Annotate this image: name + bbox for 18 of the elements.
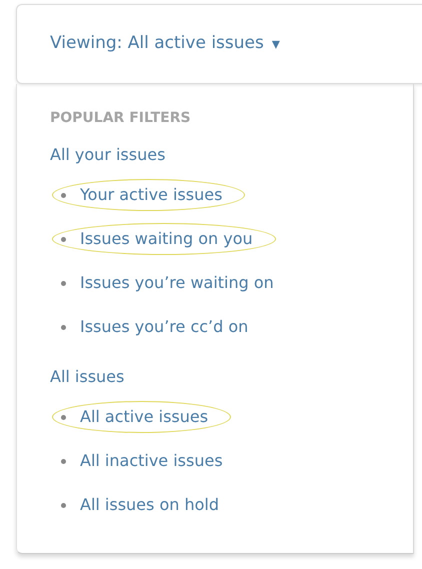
filter-link[interactable]: All active issues <box>80 405 208 429</box>
filter-link[interactable]: Issues you’re waiting on <box>80 271 274 295</box>
bullet-icon <box>61 192 66 198</box>
filter-link[interactable]: Issues waiting on you <box>80 227 253 251</box>
filter-link[interactable]: Issues you’re cc’d on <box>80 315 248 339</box>
filter-link[interactable]: All inactive issues <box>80 449 223 473</box>
bullet-icon <box>61 324 66 330</box>
bullet-icon <box>61 280 66 286</box>
bullet-icon <box>61 414 66 420</box>
filter-group-link[interactable]: All your issues <box>50 143 166 167</box>
bullet-icon <box>61 502 66 508</box>
filter-link[interactable]: All issues on hold <box>80 493 219 517</box>
section-title: POPULAR FILTERS <box>50 109 192 128</box>
bullet-icon <box>61 236 66 242</box>
filter-link[interactable]: Your active issues <box>80 183 222 207</box>
filter-group-link[interactable]: All issues <box>50 365 124 389</box>
view-dropdown[interactable]: Viewing: All active issues ▾ <box>50 31 280 57</box>
bullet-icon <box>61 458 66 464</box>
